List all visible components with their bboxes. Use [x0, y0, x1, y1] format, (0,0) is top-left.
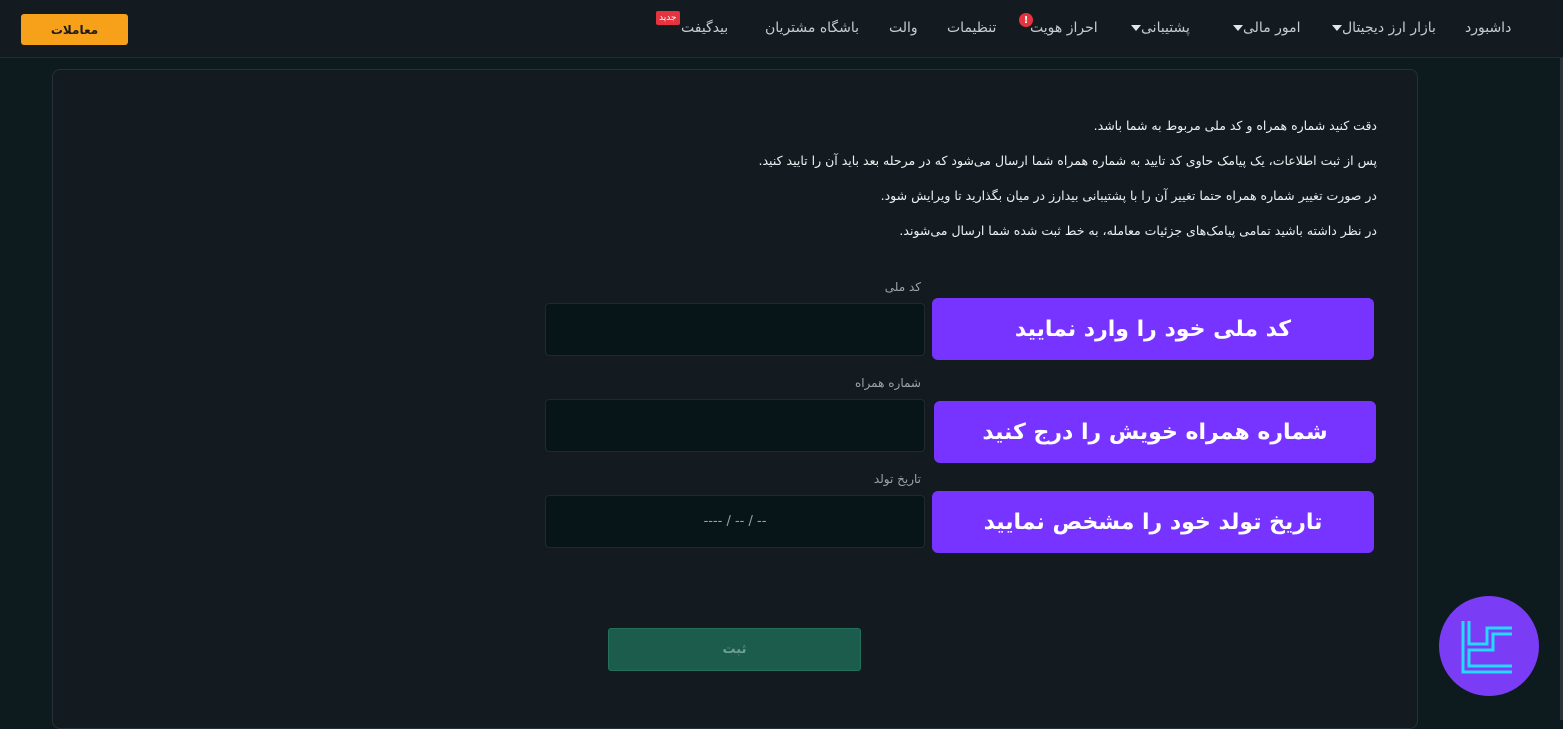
caret-down-icon	[1233, 25, 1243, 31]
nav-settings[interactable]: تنظیمات	[947, 18, 996, 38]
brand-logo-icon	[1439, 596, 1539, 696]
nav-kyc[interactable]: احراز هویت	[1030, 18, 1098, 38]
mobile-callout: شماره همراه خویش را درج کنید	[934, 401, 1376, 463]
submit-button[interactable]: ثبت	[608, 628, 861, 671]
nav-support-label: پشتیبانی	[1141, 20, 1190, 36]
national-id-input[interactable]	[545, 303, 925, 356]
birth-date-input[interactable]: ---- / -- / --	[545, 495, 925, 548]
nav-finance-label: امور مالی	[1243, 20, 1301, 36]
nav-crypto-market-label: بازار ارز دیجیتال	[1342, 20, 1436, 36]
caret-down-icon	[1332, 25, 1342, 31]
nav-wallet[interactable]: والت	[889, 18, 918, 38]
nav-wallet-label: والت	[889, 20, 918, 36]
birth-date-label: تاریخ تولد	[873, 472, 921, 486]
nav-bidgift[interactable]: بیدگیفت	[681, 18, 728, 38]
note-line-2: پس از ثبت اطلاعات، یک پیامک حاوی کد تایی…	[758, 153, 1377, 168]
nav-finance[interactable]: امور مالی	[1227, 18, 1301, 38]
nav-customers-club[interactable]: باشگاه مشتریان	[765, 18, 859, 38]
nav-support[interactable]: پشتیبانی	[1125, 18, 1190, 38]
birth-date-callout: تاریخ تولد خود را مشخص نمایید	[932, 491, 1374, 553]
brand-logo-svg	[1461, 621, 1512, 674]
caret-down-icon	[1131, 25, 1141, 31]
nav-kyc-label: احراز هویت	[1030, 20, 1098, 36]
national-id-label: کد ملی	[884, 280, 921, 294]
nav-dashboard[interactable]: داشبورد	[1465, 18, 1511, 38]
nav-dashboard-label: داشبورد	[1465, 20, 1512, 36]
nav-settings-label: تنظیمات	[947, 20, 997, 36]
note-line-1: دقت کنید شماره همراه و کد ملی مربوط به ش…	[1093, 118, 1377, 133]
nav-crypto-market[interactable]: بازار ارز دیجیتال	[1326, 18, 1436, 38]
trade-button[interactable]: معاملات	[21, 14, 128, 45]
note-line-4: در نظر داشته باشید تمامی پیامک‌های جزئیا…	[899, 223, 1377, 238]
nav-bidgift-label: بیدگیفت	[681, 20, 729, 36]
top-navbar: معاملات داشبورد بازار ارز دیجیتال امور م…	[0, 0, 1563, 58]
note-line-3: در صورت تغییر شماره همراه حتما تغییر آن …	[880, 188, 1377, 203]
mobile-label: شماره همراه	[854, 376, 921, 390]
new-badge: جدید	[656, 11, 680, 25]
national-id-callout: کد ملی خود را وارد نمایید	[932, 298, 1374, 360]
mobile-input[interactable]	[545, 399, 925, 452]
alert-icon: !	[1019, 13, 1033, 27]
nav-customers-club-label: باشگاه مشتریان	[765, 20, 860, 36]
